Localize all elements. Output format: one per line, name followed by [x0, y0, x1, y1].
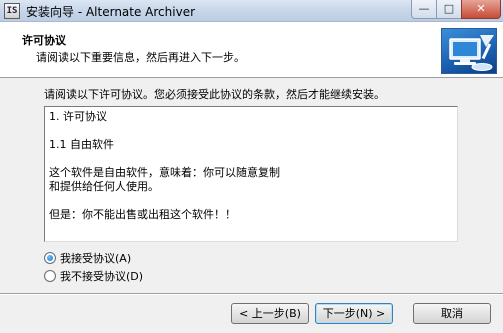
- license-intro-text: 请阅读以下许可协议。您必须接受此协议的条款，然后才能继续安装。: [44, 88, 385, 101]
- decline-radio-label[interactable]: 我不接受协议(D): [60, 268, 143, 284]
- title-bar[interactable]: IS 安装向导 - Alternate Archiver — □ ✕: [0, 0, 503, 22]
- license-line: 但是：你不能出售或出租这个软件！！: [49, 208, 236, 221]
- license-line: 1.1 自由软件: [49, 138, 114, 151]
- accept-radio[interactable]: [44, 252, 56, 264]
- window-title: 安装向导 - Alternate Archiver: [26, 5, 196, 19]
- decline-option[interactable]: 我不接受协议(D): [44, 268, 143, 284]
- cancel-button[interactable]: 取消: [413, 303, 491, 324]
- page-subtitle: 请阅读以下重要信息，然后再进入下一步。: [36, 51, 245, 64]
- accept-radio-label[interactable]: 我接受协议(A): [60, 250, 131, 266]
- minimize-button[interactable]: —: [411, 0, 437, 19]
- close-button[interactable]: ✕: [461, 0, 501, 19]
- license-text-area[interactable]: 1. 许可协议 1.1 自由软件 这个软件是自由软件，意味着：你可以随意复制 和…: [44, 106, 458, 242]
- license-line: [49, 152, 453, 166]
- back-button[interactable]: < 上一步(B): [231, 303, 309, 324]
- license-line: 和提供给任何人使用。: [49, 180, 159, 193]
- maximize-button[interactable]: □: [436, 0, 462, 19]
- accept-option[interactable]: 我接受协议(A): [44, 250, 131, 266]
- footer-divider: [0, 293, 503, 295]
- license-line: [49, 124, 453, 138]
- computer-setup-icon: [441, 28, 497, 74]
- installer-app-icon: IS: [4, 3, 20, 19]
- license-line: 这个软件是自由软件，意味着：你可以随意复制: [49, 166, 280, 179]
- next-button[interactable]: 下一步(N) >: [315, 303, 393, 324]
- license-line: 1. 许可协议: [49, 110, 107, 123]
- page-title: 许可协议: [22, 34, 66, 47]
- wizard-header: 许可协议 请阅读以下重要信息，然后再进入下一步。: [0, 22, 503, 78]
- decline-radio[interactable]: [44, 270, 56, 282]
- license-line: [49, 194, 453, 208]
